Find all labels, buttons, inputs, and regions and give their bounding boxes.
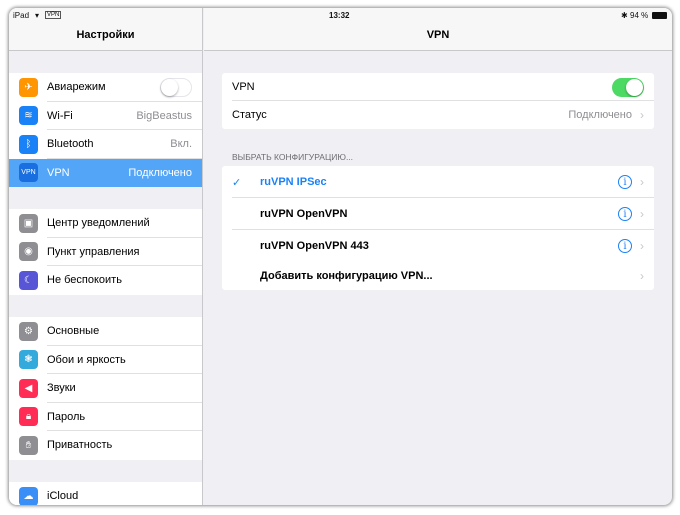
info-icon[interactable]: i bbox=[618, 239, 632, 253]
sidebar-item-value: Подключено bbox=[128, 166, 192, 179]
sidebar-item-vpn[interactable]: VPN VPN Подключено bbox=[9, 158, 202, 187]
status-bar: iPad ▾ VPN 13:32 ✱ 94 % bbox=[9, 8, 672, 23]
sidebar-item-звуки[interactable]: ◀ Звуки bbox=[9, 374, 202, 403]
sidebar-item-label: Авиарежим bbox=[47, 81, 106, 94]
config-row[interactable]: ✓ ruVPN IPSec i › bbox=[222, 166, 654, 198]
sidebar-item-label: Обои и яркость bbox=[47, 353, 126, 366]
gear-icon: ⚙ bbox=[19, 321, 38, 341]
status-label: Статус bbox=[232, 109, 267, 121]
vpn-icon: VPN bbox=[19, 163, 38, 183]
sidebar-item-не-беспокоить[interactable]: ☾ Не беспокоить bbox=[9, 266, 202, 295]
device-name: iPad bbox=[13, 11, 30, 20]
airplane-toggle[interactable] bbox=[160, 77, 192, 97]
sidebar-item-основные[interactable]: ⚙ Основные bbox=[9, 317, 202, 346]
config-label: ruVPN OpenVPN 443 bbox=[260, 240, 369, 252]
battery-icon bbox=[652, 12, 667, 19]
notifications-icon: ▣ bbox=[19, 213, 38, 233]
cloud-icon: ☁ bbox=[19, 486, 38, 505]
sidebar-item-value: Вкл. bbox=[170, 138, 192, 151]
config-label: ruVPN OpenVPN bbox=[260, 208, 348, 220]
sidebar-group: ☁ iCloud bbox=[9, 482, 202, 505]
control-center-icon: ◉ bbox=[19, 242, 38, 262]
sidebar-item-центр-уведомлений[interactable]: ▣ Центр уведомлений bbox=[9, 209, 202, 238]
checkmark-icon: ✓ bbox=[232, 176, 242, 189]
bluetooth-status-icon: ✱ bbox=[621, 11, 628, 20]
sidebar-group: ✈ Авиарежим ≋ Wi-Fi BigBeastus ᛒ Bluetooth Вкл.… bbox=[9, 73, 202, 187]
sidebar-item-label: Основные bbox=[47, 325, 100, 338]
sidebar-item-обои-и-яркость[interactable]: ❃ Обои и яркость bbox=[9, 346, 202, 375]
speaker-icon: ◀ bbox=[19, 378, 38, 398]
airplane-icon: ✈ bbox=[19, 77, 38, 97]
sidebar-item-пункт-управления[interactable]: ◉ Пункт управления bbox=[9, 238, 202, 267]
add-config-row[interactable]: Добавить конфигурацию VPN... › bbox=[222, 262, 654, 290]
config-row[interactable]: ruVPN OpenVPN i › bbox=[222, 198, 654, 230]
detail-title: VPN bbox=[426, 29, 450, 41]
sidebar-item-value: BigBeastus bbox=[136, 109, 192, 122]
lock-icon: 🔒︎ bbox=[19, 407, 38, 427]
sidebar-item-label: Bluetooth bbox=[47, 138, 94, 151]
sidebar-item-label: VPN bbox=[47, 166, 70, 179]
add-config-label: Добавить конфигурацию VPN... bbox=[260, 270, 433, 282]
info-icon[interactable]: i bbox=[618, 207, 632, 221]
vpn-toggle-row: VPN bbox=[222, 73, 654, 101]
sidebar-item-пароль[interactable]: 🔒︎ Пароль bbox=[9, 403, 202, 432]
bluetooth-icon: ᛒ bbox=[19, 134, 38, 154]
settings-sidebar: Настройки ✈ Авиарежим ≋ Wi-Fi BigBeastus ᛒ Blu… bbox=[9, 8, 203, 505]
chevron-right-icon: › bbox=[640, 175, 644, 189]
sidebar-item-авиарежим[interactable]: ✈ Авиарежим bbox=[9, 73, 202, 102]
sidebar-item-приватность[interactable]: ✋︎ Приватность bbox=[9, 431, 202, 460]
vpn-label: VPN bbox=[232, 81, 255, 93]
sidebar-group: ⚙ Основные ❃ Обои и яркость ◀ Звуки 🔒︎ Пароль ✋︎… bbox=[9, 317, 202, 460]
chevron-right-icon: › bbox=[640, 239, 644, 253]
sidebar-item-icloud[interactable]: ☁ iCloud bbox=[9, 482, 202, 505]
chevron-right-icon: › bbox=[640, 269, 644, 283]
config-card: ✓ ruVPN IPSec i › ruVPN OpenVPN i › ruVPN OpenV… bbox=[222, 166, 654, 290]
clock: 13:32 bbox=[329, 11, 350, 20]
sidebar-item-label: Wi-Fi bbox=[47, 109, 73, 122]
sidebar-item-label: Пункт управления bbox=[47, 245, 140, 258]
vpn-detail: VPN VPN Статус Подключено › ВЫБРАТЬ КОНФ… bbox=[204, 8, 672, 505]
sidebar-item-label: Звуки bbox=[47, 382, 76, 395]
wifi-status-icon: ▾ bbox=[35, 11, 40, 20]
sidebar-item-label: Центр уведомлений bbox=[47, 217, 150, 230]
chevron-right-icon: › bbox=[640, 207, 644, 221]
config-row[interactable]: ruVPN OpenVPN 443 i › bbox=[222, 230, 654, 262]
moon-icon: ☾ bbox=[19, 270, 38, 290]
info-icon[interactable]: i bbox=[618, 175, 632, 189]
wifi-icon: ≋ bbox=[19, 106, 38, 126]
wallpaper-icon: ❃ bbox=[19, 350, 38, 370]
sidebar-title: Настройки bbox=[76, 29, 135, 41]
hand-icon: ✋︎ bbox=[19, 435, 38, 455]
status-value: Подключено bbox=[568, 109, 632, 121]
sidebar-item-label: iCloud bbox=[47, 490, 79, 503]
vpn-badge: VPN bbox=[45, 11, 62, 19]
vpn-card: VPN Статус Подключено › bbox=[222, 73, 654, 129]
section-header: ВЫБРАТЬ КОНФИГУРАЦИЮ... bbox=[232, 152, 354, 162]
sidebar-item-wi-fi[interactable]: ≋ Wi-Fi BigBeastus bbox=[9, 102, 202, 131]
config-label: ruVPN IPSec bbox=[260, 176, 327, 188]
sidebar-item-bluetooth[interactable]: ᛒ Bluetooth Вкл. bbox=[9, 130, 202, 159]
sidebar-item-label: Не беспокоить bbox=[47, 274, 122, 287]
ipad-screen: Настройки ✈ Авиарежим ≋ Wi-Fi BigBeastus ᛒ Blu… bbox=[9, 8, 672, 505]
battery-percent: 94 % bbox=[630, 11, 649, 20]
sidebar-item-label: Приватность bbox=[47, 439, 113, 452]
sidebar-group: ▣ Центр уведомлений ◉ Пункт управления ☾ Не б… bbox=[9, 209, 202, 295]
sidebar-item-label: Пароль bbox=[47, 410, 86, 423]
chevron-right-icon: › bbox=[640, 108, 644, 122]
vpn-toggle[interactable] bbox=[612, 77, 644, 97]
status-row[interactable]: Статус Подключено › bbox=[222, 101, 654, 129]
